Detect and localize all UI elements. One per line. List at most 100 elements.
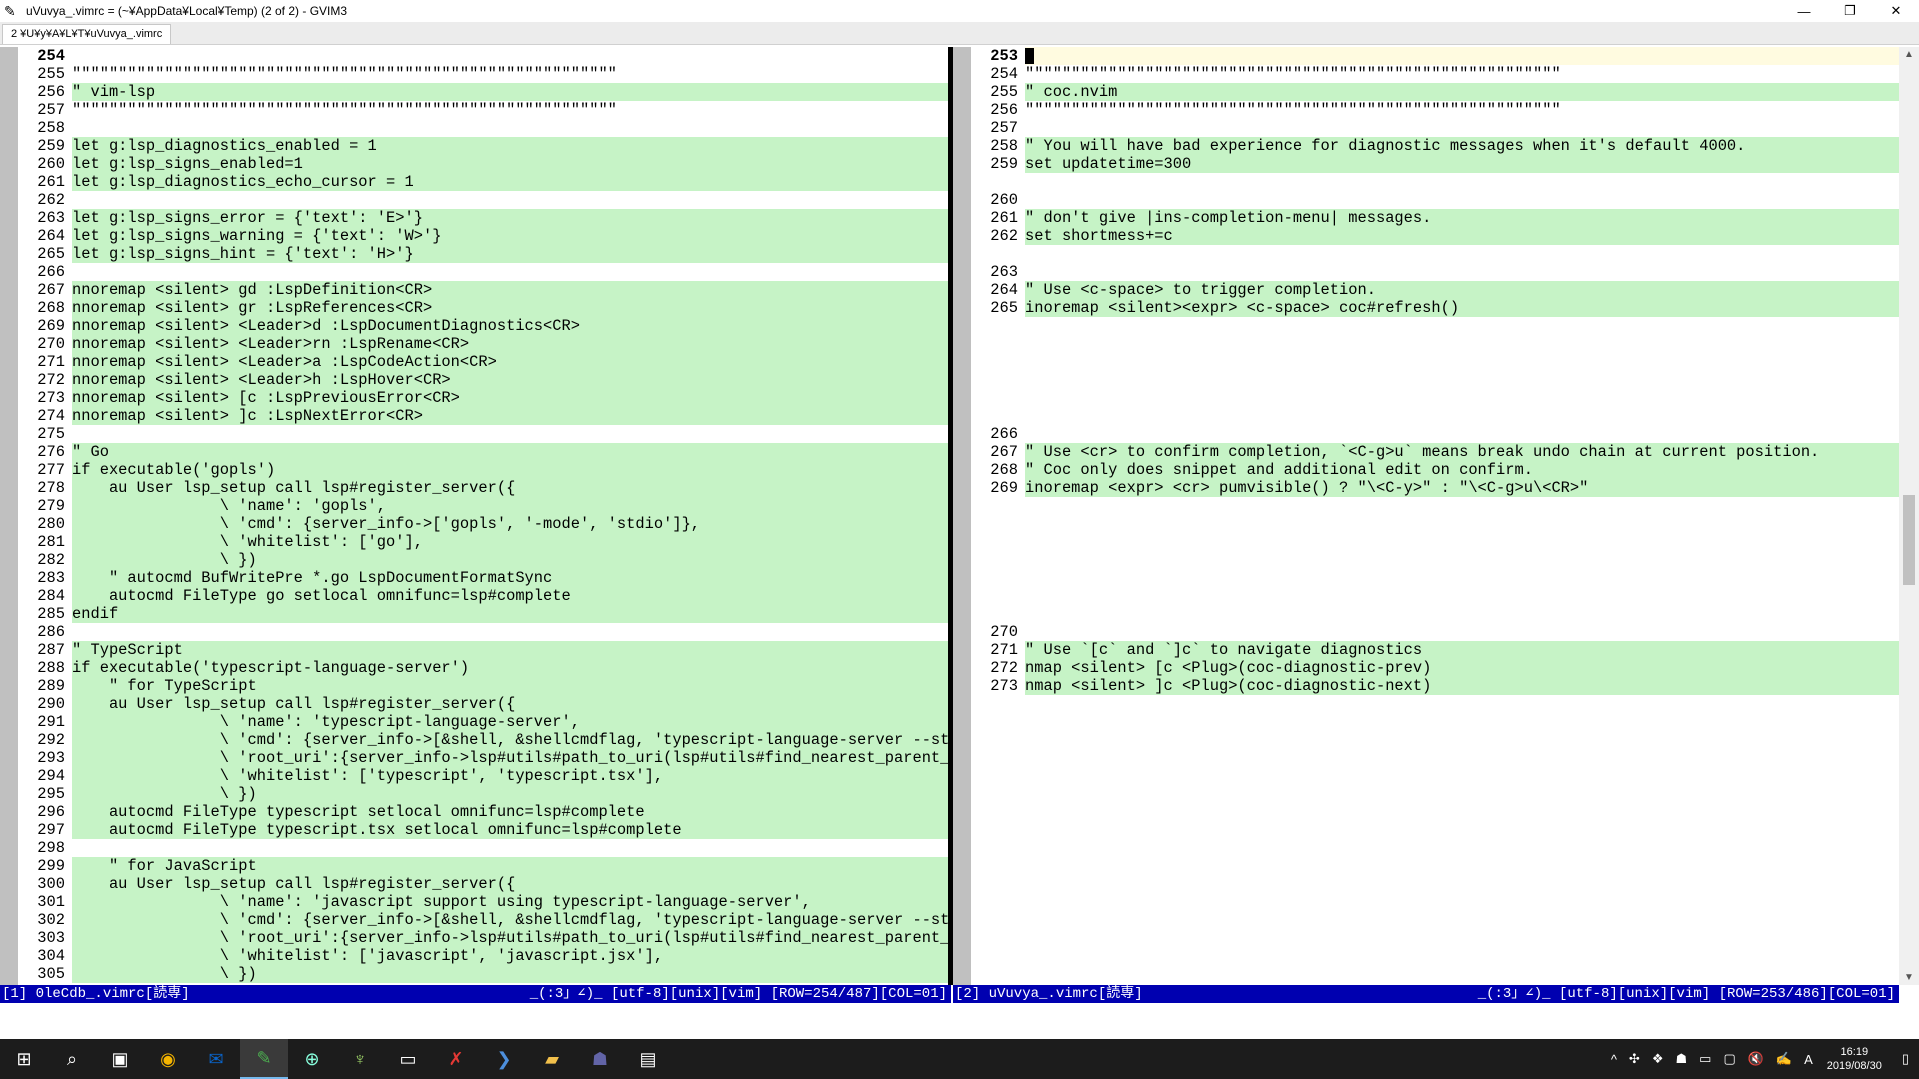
code-line[interactable]: 282 \ })	[0, 551, 948, 569]
chrome-icon[interactable]: ◉	[144, 1039, 192, 1079]
code-line[interactable]: 286	[0, 623, 948, 641]
diff-filler-line[interactable]	[953, 317, 1899, 335]
diff-filler-line[interactable]	[953, 695, 1899, 713]
code-line[interactable]: 280 \ 'cmd': {server_info->['gopls', '-m…	[0, 515, 948, 533]
tray-teams-icon[interactable]: ☗	[1675, 1051, 1687, 1067]
code-line[interactable]: 255 " coc.nvim	[953, 83, 1899, 101]
code-line[interactable]: 301 \ 'name': 'javascript support using …	[0, 893, 948, 911]
minimize-button[interactable]: —	[1781, 0, 1827, 22]
code-line[interactable]: 304 \ 'whitelist': ['javascript', 'javas…	[0, 947, 948, 965]
code-line[interactable]: 256 """""""""""""""""""""""""""""""""""""…	[953, 101, 1899, 119]
network-app-icon[interactable]: ⊕	[288, 1039, 336, 1079]
code-line[interactable]: 270 nnoremap <silent> <Leader>rn :LspRena…	[0, 335, 948, 353]
task-view-icon[interactable]: ▣	[96, 1039, 144, 1079]
diff-filler-line[interactable]	[953, 785, 1899, 803]
code-line[interactable]: 259 set updatetime=300	[953, 155, 1899, 173]
code-line[interactable]: 273 nnoremap <silent> [c :LspPreviousErro…	[0, 389, 948, 407]
file-explorer-icon[interactable]: ▰	[528, 1039, 576, 1079]
diff-filler-line[interactable]	[953, 893, 1899, 911]
outlook-icon[interactable]: ✉	[192, 1039, 240, 1079]
diff-filler-line[interactable]	[953, 803, 1899, 821]
gvim-taskbar-icon[interactable]: ✎	[240, 1039, 288, 1079]
code-line[interactable]: 277 if executable('gopls')	[0, 461, 948, 479]
diff-filler-line[interactable]	[953, 497, 1899, 515]
tab-vimrc[interactable]: 2 ¥U¥y¥A¥L¥T¥uVuvya_.vimrc	[2, 24, 172, 44]
code-line[interactable]: 278 au User lsp_setup call lsp#register_…	[0, 479, 948, 497]
code-line[interactable]: 262	[0, 191, 948, 209]
code-line[interactable]: 281 \ 'whitelist': ['go'],	[0, 533, 948, 551]
ime-mode-indicator[interactable]: A	[1804, 1052, 1813, 1067]
right-diff-pane[interactable]: 253 254 """"""""""""""""""""""""""""""""""…	[953, 47, 1899, 985]
diff-filler-line[interactable]	[953, 569, 1899, 587]
code-line[interactable]: 293 \ 'root_uri':{server_info->lsp#utils…	[0, 749, 948, 767]
code-line[interactable]: 268 " Coc only does snippet and additiona…	[953, 461, 1899, 479]
code-line[interactable]: 300 au User lsp_setup call lsp#register_…	[0, 875, 948, 893]
diff-filler-line[interactable]	[953, 515, 1899, 533]
diff-filler-line[interactable]	[953, 551, 1899, 569]
code-line[interactable]: 271 nnoremap <silent> <Leader>a :LspCodeA…	[0, 353, 948, 371]
diff-filler-line[interactable]	[953, 857, 1899, 875]
diff-filler-line[interactable]	[953, 533, 1899, 551]
left-diff-pane[interactable]: 254 255 """"""""""""""""""""""""""""""""""…	[0, 47, 948, 985]
code-line[interactable]: 296 autocmd FileType typescript setlocal…	[0, 803, 948, 821]
diff-filler-line[interactable]	[953, 965, 1899, 983]
tray-dropbox-icon[interactable]: ❖	[1652, 1051, 1664, 1067]
code-line[interactable]: 268 nnoremap <silent> gr :LspReferences<C…	[0, 299, 948, 317]
diff-filler-line[interactable]	[953, 821, 1899, 839]
diff-filler-line[interactable]	[953, 335, 1899, 353]
tray-overflow-chevron-icon[interactable]: ^	[1611, 1052, 1617, 1067]
code-line[interactable]: 269 inoremap <expr> <cr> pumvisible() ? "…	[953, 479, 1899, 497]
code-line[interactable]: 298	[0, 839, 948, 857]
code-line[interactable]: 305 \ })	[0, 965, 948, 983]
scrollbar-thumb[interactable]	[1903, 495, 1915, 585]
diff-filler-line[interactable]	[953, 929, 1899, 947]
code-line[interactable]: 276 " Go	[0, 443, 948, 461]
diff-filler-line[interactable]	[953, 731, 1899, 749]
code-line[interactable]: 269 nnoremap <silent> <Leader>d :LspDocum…	[0, 317, 948, 335]
diff-filler-line[interactable]	[953, 353, 1899, 371]
code-line[interactable]: 256 " vim-lsp	[0, 83, 948, 101]
powershell-icon[interactable]: ❯	[480, 1039, 528, 1079]
teams-icon[interactable]: ☗	[576, 1039, 624, 1079]
code-line[interactable]: 259 let g:lsp_diagnostics_enabled = 1	[0, 137, 948, 155]
restore-button[interactable]: ❐	[1827, 0, 1873, 22]
code-line[interactable]: 274 nnoremap <silent> ]c :LspNextError<CR…	[0, 407, 948, 425]
code-line[interactable]: 273 nmap <silent> ]c <Plug>(coc-diagnosti…	[953, 677, 1899, 695]
tray-volume-muted-icon[interactable]: 🔇	[1748, 1051, 1764, 1067]
command-line[interactable]	[0, 1003, 1919, 1039]
git-app-icon[interactable]: ♆	[336, 1039, 384, 1079]
code-line[interactable]: 285 endif	[0, 605, 948, 623]
close-button[interactable]: ✕	[1873, 0, 1919, 22]
diff-filler-line[interactable]	[953, 911, 1899, 929]
code-line[interactable]: 264 let g:lsp_signs_warning = {'text': 'W…	[0, 227, 948, 245]
code-line[interactable]: 255 """""""""""""""""""""""""""""""""""""…	[0, 65, 948, 83]
code-line[interactable]: 275	[0, 425, 948, 443]
code-line[interactable]: 299 " for JavaScript	[0, 857, 948, 875]
code-line[interactable]: 272 nnoremap <silent> <Leader>h :LspHover…	[0, 371, 948, 389]
code-line[interactable]: 266	[953, 425, 1899, 443]
code-line[interactable]: 270	[953, 623, 1899, 641]
code-line[interactable]: 264 " Use <c-space> to trigger completion…	[953, 281, 1899, 299]
diff-filler-line[interactable]	[953, 173, 1899, 191]
diff-filler-line[interactable]	[953, 389, 1899, 407]
code-line[interactable]: 265 let g:lsp_signs_hint = {'text': 'H>'}	[0, 245, 948, 263]
code-line[interactable]: 290 au User lsp_setup call lsp#register_…	[0, 695, 948, 713]
code-line[interactable]: 294 \ 'whitelist': ['typescript', 'types…	[0, 767, 948, 785]
diff-filler-line[interactable]	[953, 587, 1899, 605]
code-line[interactable]: 267 " Use <cr> to confirm completion, `<C…	[953, 443, 1899, 461]
diff-filler-line[interactable]	[953, 749, 1899, 767]
remote-desktop-icon[interactable]: ▤	[624, 1039, 672, 1079]
action-center-icon[interactable]: ▯	[1902, 1051, 1909, 1067]
code-line[interactable]: 284 autocmd FileType go setlocal omnifun…	[0, 587, 948, 605]
search-icon[interactable]: ⌕	[48, 1039, 96, 1079]
code-line[interactable]: 257	[953, 119, 1899, 137]
diff-filler-line[interactable]	[953, 875, 1899, 893]
terminal-icon[interactable]: ▭	[384, 1039, 432, 1079]
diff-filler-line[interactable]	[953, 947, 1899, 965]
taskbar-clock[interactable]: 16:19 2019/08/30	[1827, 1045, 1882, 1073]
code-line[interactable]: 257 """""""""""""""""""""""""""""""""""""…	[0, 101, 948, 119]
code-line[interactable]: 261 " don't give |ins-completion-menu| me…	[953, 209, 1899, 227]
diff-filler-line[interactable]	[953, 713, 1899, 731]
scroll-up-arrow-icon[interactable]: ▲	[1904, 49, 1914, 60]
code-line[interactable]: 289 " for TypeScript	[0, 677, 948, 695]
